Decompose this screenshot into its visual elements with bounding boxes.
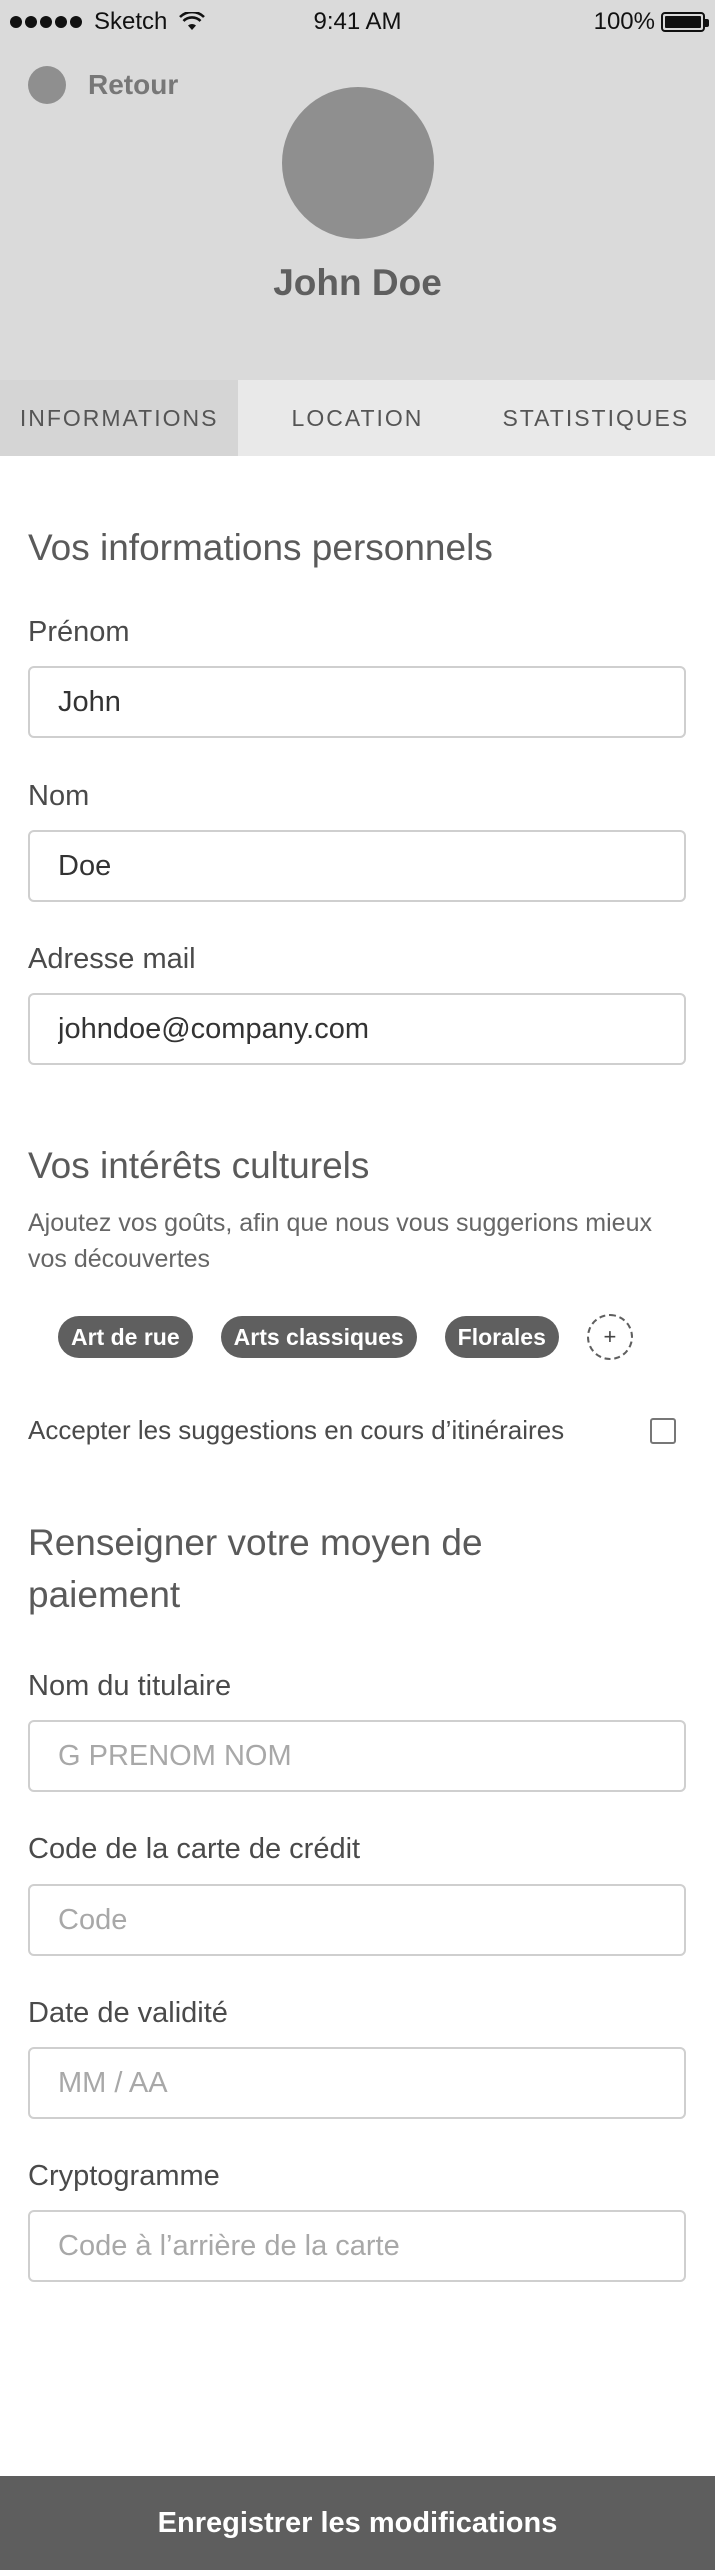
first-name-label: Prénom — [28, 616, 130, 648]
interest-tags: Art de rue Arts classiques Florales + — [58, 1314, 633, 1360]
back-label: Retour — [88, 69, 179, 100]
expiry-label: Date de validité — [28, 1997, 228, 2029]
email-input[interactable] — [28, 993, 686, 1065]
first-name-input[interactable] — [28, 666, 686, 738]
cvv-label: Cryptogramme — [28, 2160, 220, 2192]
avatar[interactable] — [282, 87, 434, 239]
interest-tag[interactable]: Arts classiques — [220, 1316, 417, 1358]
tab-statistiques[interactable]: STATISTIQUES — [477, 380, 715, 456]
holder-input[interactable] — [28, 1720, 686, 1792]
accept-suggestions-label: Accepter les suggestions en cours d’itin… — [28, 1415, 565, 1445]
back-icon — [28, 66, 66, 104]
holder-label: Nom du titulaire — [28, 1670, 232, 1702]
last-name-input[interactable] — [28, 830, 686, 902]
status-right: 100% — [593, 8, 709, 36]
user-name: John Doe — [273, 262, 442, 303]
last-name-label: Nom — [28, 780, 90, 812]
battery-icon — [661, 12, 709, 32]
interest-tag[interactable]: Art de rue — [58, 1316, 193, 1358]
expiry-input[interactable] — [28, 2047, 686, 2119]
interests-title: Vos intérêts culturels — [28, 1145, 370, 1186]
tab-location[interactable]: LOCATION — [238, 380, 476, 456]
personal-info-title: Vos informations personnels — [28, 527, 493, 568]
tab-informations[interactable]: INFORMATIONS — [0, 380, 239, 456]
payment-title: Renseigner votre moyen de paiement — [28, 1517, 483, 1621]
cvv-input[interactable] — [28, 2210, 686, 2282]
status-bar: Sketch 9:41 AM 100% — [0, 0, 715, 42]
interest-tag[interactable]: Florales — [444, 1316, 559, 1358]
tab-bar: INFORMATIONS LOCATION STATISTIQUES — [0, 380, 715, 456]
accept-suggestions-checkbox[interactable] — [650, 1418, 676, 1444]
payment-title-line2: paiement — [28, 1574, 181, 1615]
card-code-label: Code de la carte de crédit — [28, 1833, 361, 1865]
card-code-input[interactable] — [28, 1884, 686, 1956]
add-interest-button[interactable]: + — [586, 1314, 633, 1360]
back-button[interactable]: Retour — [28, 66, 178, 104]
battery-percent: 100% — [593, 8, 655, 35]
save-button[interactable]: Enregistrer les modifications — [0, 2476, 715, 2570]
payment-title-line1: Renseigner votre moyen de — [28, 1522, 483, 1563]
email-label: Adresse mail — [28, 943, 196, 975]
interests-help-text: Ajoutez vos goûts, afin que nous vous su… — [28, 1209, 652, 1273]
